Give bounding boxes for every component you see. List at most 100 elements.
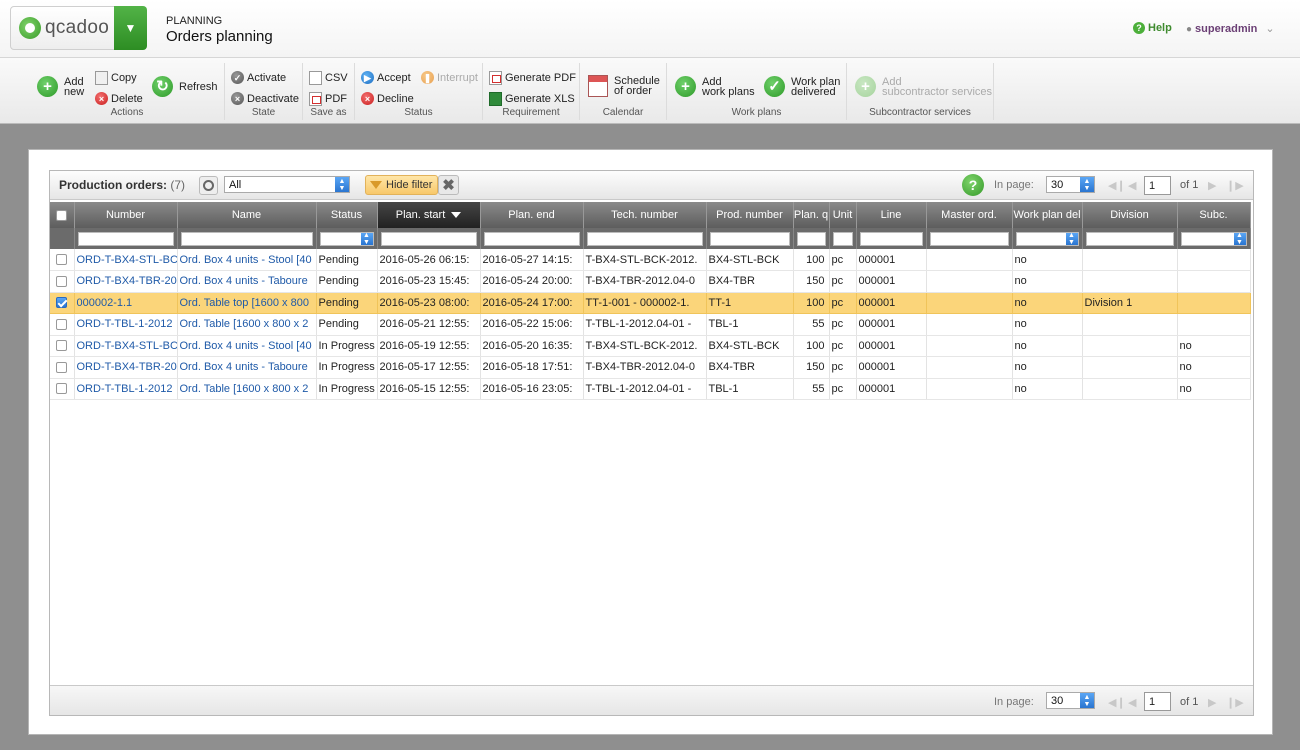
generate-xls-button[interactable]: Generate XLS: [489, 92, 575, 106]
logo[interactable]: qcadoo: [10, 6, 115, 50]
user-menu[interactable]: ● superadmin ⌄: [1186, 22, 1275, 35]
hide-filter-button[interactable]: Hide filter: [365, 175, 439, 195]
delete-button[interactable]: × Delete: [95, 92, 143, 105]
row-checkbox-cell[interactable]: [50, 249, 75, 271]
column-filter-input[interactable]: [832, 231, 853, 246]
row-checkbox-cell[interactable]: [50, 313, 75, 336]
cell-number[interactable]: ORD-T-TBL-1-2012: [74, 313, 178, 336]
main-menu-button[interactable]: ▼: [114, 6, 147, 50]
column-header-name[interactable]: Name: [177, 202, 317, 228]
column-filter-input[interactable]: [859, 231, 923, 246]
cell-number[interactable]: ORD-T-BX4-TBR-20: [74, 270, 178, 293]
table-row[interactable]: ORD-T-TBL-1-2012 Ord. Table [1600 x 800 x…: [50, 378, 1251, 400]
row-checkbox[interactable]: [56, 297, 68, 309]
column-header-status[interactable]: Status: [316, 202, 378, 228]
cell-name[interactable]: Ord. Box 4 units - Taboure: [177, 270, 317, 293]
footer-page-number-input[interactable]: 1: [1144, 692, 1171, 711]
row-checkbox-cell[interactable]: [50, 356, 75, 379]
page-number-input[interactable]: 1: [1144, 176, 1171, 195]
column-filter-input[interactable]: [77, 231, 174, 246]
grid-help-button[interactable]: ?: [962, 174, 984, 196]
column-header-division[interactable]: Division: [1082, 202, 1178, 228]
table-row[interactable]: 000002-1.1 Ord. Table top [1600 x 800 Pend…: [50, 292, 1251, 314]
activate-button[interactable]: ✓ Activate: [231, 71, 286, 84]
column-filter-input[interactable]: [380, 231, 477, 246]
select-all-checkbox[interactable]: [56, 209, 68, 221]
column-header-plan-end[interactable]: Plan. end: [480, 202, 584, 228]
cell-name[interactable]: Ord. Box 4 units - Stool [40: [177, 249, 317, 271]
table-row[interactable]: ORD-T-BX4-STL-BC Ord. Box 4 units - Stool…: [50, 249, 1251, 271]
column-filter-input[interactable]: [180, 231, 313, 246]
row-checkbox[interactable]: [56, 340, 68, 352]
cell-name[interactable]: Ord. Box 4 units - Stool [40: [177, 335, 317, 357]
footer-prev-page-icon[interactable]: ◀: [1128, 696, 1136, 709]
cell-name[interactable]: Ord. Table [1600 x 800 x 2: [177, 313, 317, 336]
table-row[interactable]: ORD-T-BX4-STL-BC Ord. Box 4 units - Stool…: [50, 335, 1251, 357]
row-checkbox-cell[interactable]: [50, 378, 75, 400]
in-page-select[interactable]: 30 ▲ ▼: [1046, 176, 1095, 193]
deactivate-button[interactable]: × Deactivate: [231, 92, 299, 105]
footer-next-page-icon[interactable]: ▶: [1208, 696, 1216, 709]
column-header-line[interactable]: Line: [856, 202, 927, 228]
column-header-work-plan-del[interactable]: Work plan del: [1012, 202, 1083, 228]
clear-filter-button[interactable]: ✖: [438, 175, 459, 195]
accept-button[interactable]: ▶ Accept: [361, 71, 411, 84]
row-checkbox-cell[interactable]: [50, 292, 75, 314]
filter-select[interactable]: All ▲ ▼: [224, 176, 350, 193]
last-page-icon[interactable]: ❙▶: [1226, 179, 1244, 192]
interrupt-button[interactable]: ❚ Interrupt: [421, 71, 478, 84]
column-filter-input[interactable]: [1085, 231, 1174, 246]
row-checkbox[interactable]: [56, 254, 68, 265]
generate-pdf-button[interactable]: Generate PDF: [489, 71, 576, 85]
table-row[interactable]: ORD-T-BX4-TBR-20 Ord. Box 4 units - Tabou…: [50, 270, 1251, 293]
column-header-number[interactable]: Number: [74, 202, 178, 228]
row-checkbox[interactable]: [56, 275, 68, 287]
schedule-of-order-button[interactable]: Schedule of order: [588, 75, 660, 97]
row-checkbox-cell[interactable]: [50, 335, 75, 357]
decline-button[interactable]: × Decline: [361, 92, 414, 105]
column-filter-input[interactable]: [483, 231, 580, 246]
pdf-button[interactable]: PDF: [309, 92, 347, 106]
column-filter-select[interactable]: ▲ ▼: [319, 231, 374, 246]
row-checkbox[interactable]: [56, 361, 68, 373]
column-header-subc[interactable]: Subc.: [1177, 202, 1251, 228]
footer-last-page-icon[interactable]: ❙▶: [1226, 696, 1244, 709]
cell-number[interactable]: ORD-T-TBL-1-2012: [74, 378, 178, 400]
next-page-icon[interactable]: ▶: [1208, 179, 1216, 192]
column-header-master-ord[interactable]: Master ord.: [926, 202, 1013, 228]
cell-number[interactable]: ORD-T-BX4-STL-BC: [74, 249, 178, 271]
table-row[interactable]: ORD-T-BX4-TBR-20 Ord. Box 4 units - Tabou…: [50, 356, 1251, 379]
select-all-header[interactable]: [50, 202, 75, 228]
csv-button[interactable]: CSV: [309, 71, 348, 85]
cell-number[interactable]: ORD-T-BX4-STL-BC: [74, 335, 178, 357]
add-new-button[interactable]: + Add new: [37, 76, 84, 97]
work-plan-delivered-button[interactable]: ✓ Work plan delivered: [764, 76, 840, 97]
footer-first-page-icon[interactable]: ◀❙: [1108, 696, 1126, 709]
add-subcontractor-services-button[interactable]: + Add subcontractor services: [855, 76, 992, 97]
column-filter-select[interactable]: ▲ ▼: [1015, 231, 1079, 246]
column-filter-input[interactable]: [929, 231, 1009, 246]
column-header-plan-start[interactable]: Plan. start: [377, 202, 481, 228]
row-checkbox[interactable]: [56, 318, 68, 330]
table-row[interactable]: ORD-T-TBL-1-2012 Ord. Table [1600 x 800 x…: [50, 313, 1251, 336]
column-header-unit[interactable]: Unit: [829, 202, 857, 228]
help-link[interactable]: ? Help: [1133, 22, 1172, 34]
prev-page-icon[interactable]: ◀: [1128, 179, 1136, 192]
cell-number[interactable]: ORD-T-BX4-TBR-20: [74, 356, 178, 379]
first-page-icon[interactable]: ◀❙: [1108, 179, 1126, 192]
column-filter-input[interactable]: [796, 231, 826, 246]
cell-name[interactable]: Ord. Table [1600 x 800 x 2: [177, 378, 317, 400]
column-filter-select[interactable]: ▲ ▼: [1180, 231, 1247, 246]
cell-name[interactable]: Ord. Box 4 units - Taboure: [177, 356, 317, 379]
column-filter-input[interactable]: [709, 231, 790, 246]
row-checkbox[interactable]: [56, 383, 68, 395]
column-header-plan-q[interactable]: Plan. q: [793, 202, 830, 228]
column-header-tech-number[interactable]: Tech. number: [583, 202, 707, 228]
footer-in-page-select[interactable]: 30 ▲ ▼: [1046, 692, 1095, 709]
predefined-filter-button[interactable]: [199, 176, 218, 195]
column-header-prod-number[interactable]: Prod. number: [706, 202, 794, 228]
column-filter-input[interactable]: [586, 231, 703, 246]
cell-name[interactable]: Ord. Table top [1600 x 800: [177, 292, 317, 314]
cell-number[interactable]: 000002-1.1: [74, 292, 178, 314]
refresh-button[interactable]: ↻ Refresh: [152, 76, 218, 97]
